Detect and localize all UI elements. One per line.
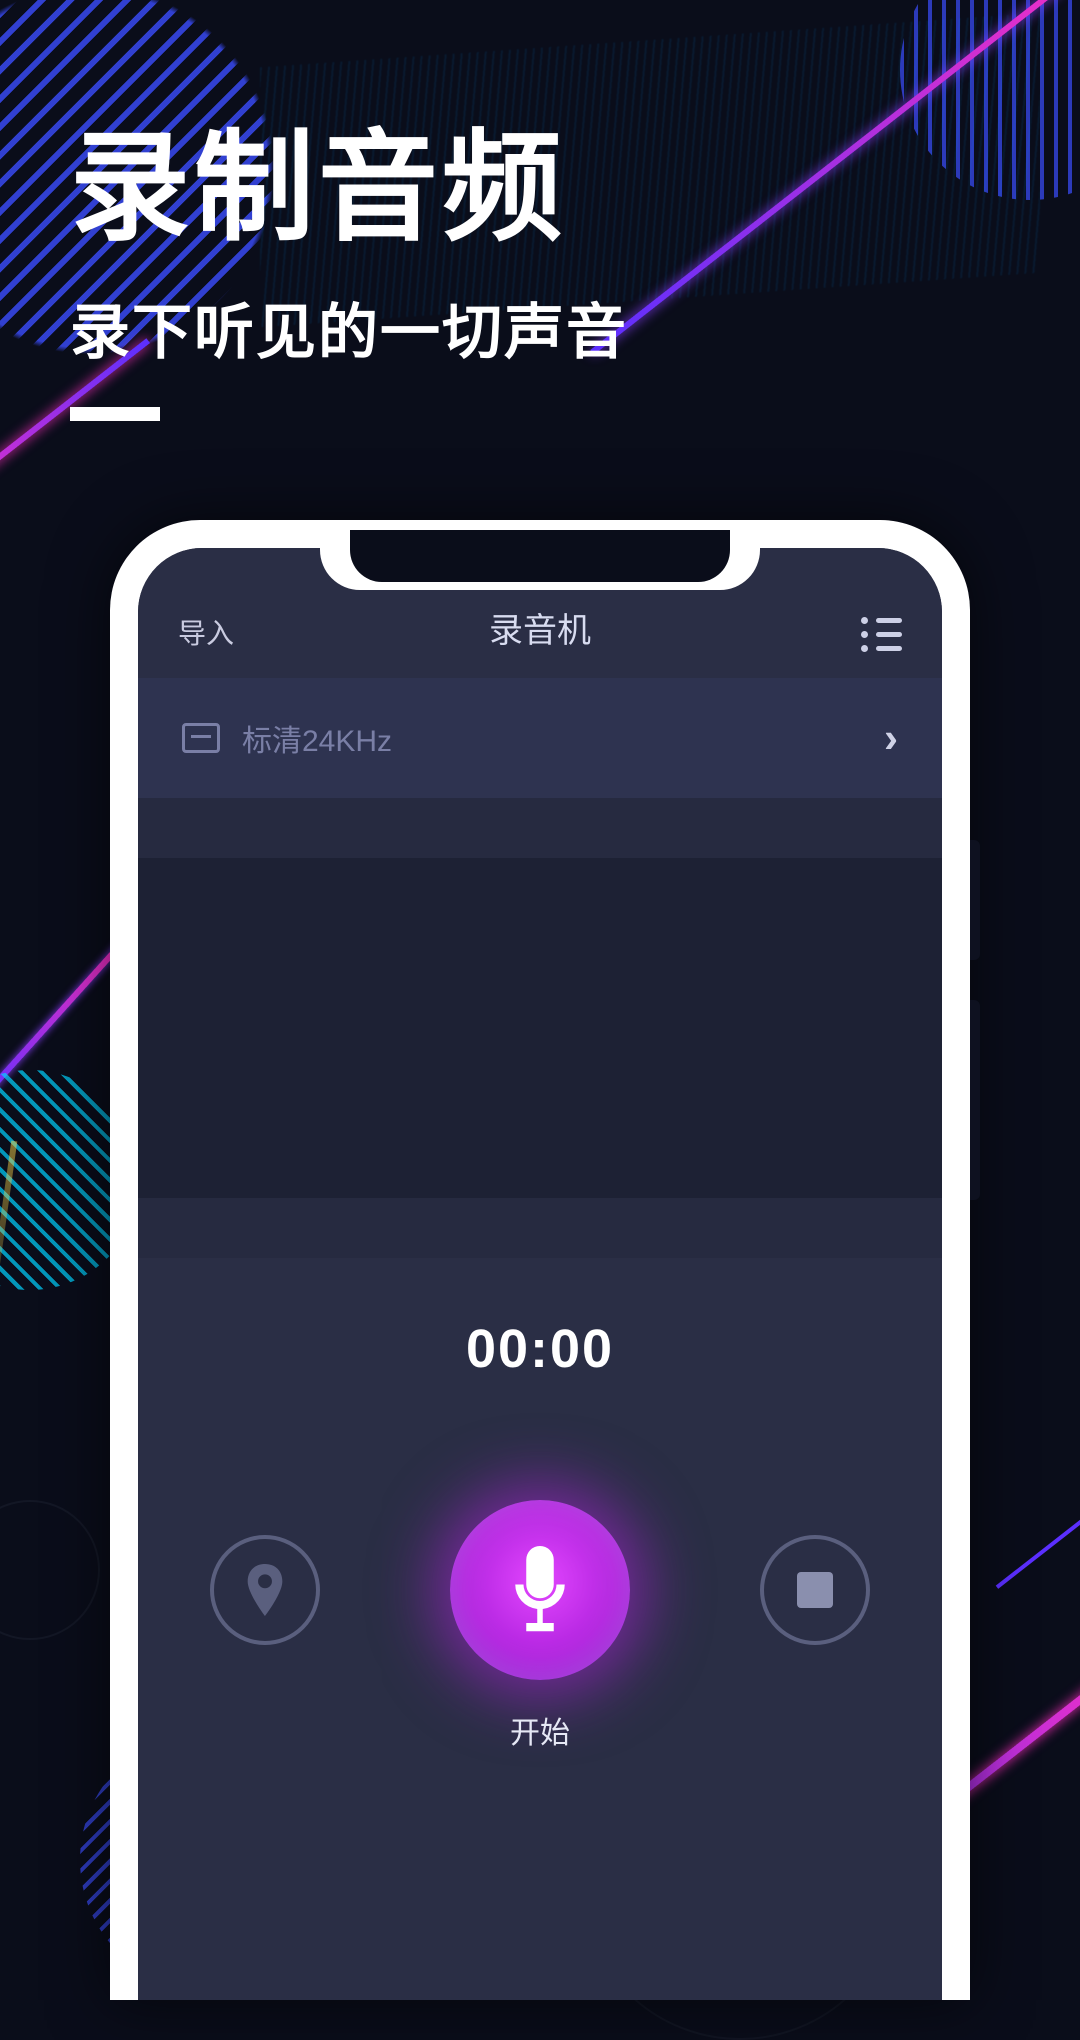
stop-icon bbox=[797, 1572, 833, 1608]
phone-mockup: 导入 录音机 标清24KHz › 00:00 bbox=[110, 520, 970, 2000]
bg-stripes-top-right bbox=[900, 0, 1080, 200]
pin-icon bbox=[244, 1564, 286, 1616]
phone-side-button-icon bbox=[970, 1000, 980, 1200]
waveform-area bbox=[138, 798, 942, 1258]
hero-underline bbox=[70, 407, 160, 421]
quality-label: 标清24KHz bbox=[242, 716, 392, 760]
record-button[interactable] bbox=[450, 1500, 630, 1680]
timer-display: 00:00 bbox=[466, 1318, 614, 1380]
phone-side-button-icon bbox=[970, 840, 980, 960]
hero-title: 录制音频 bbox=[70, 90, 628, 264]
stop-button[interactable] bbox=[760, 1535, 870, 1645]
bg-accent-line bbox=[0, 1141, 17, 1360]
page-title: 录音机 bbox=[489, 603, 591, 652]
bg-neon-line bbox=[996, 1487, 1080, 1589]
bg-arc bbox=[0, 1500, 100, 1640]
record-label: 开始 bbox=[510, 1708, 570, 1752]
microphone-icon bbox=[506, 1546, 574, 1634]
bg-neon-line bbox=[0, 939, 126, 1107]
phone-notch bbox=[320, 520, 760, 590]
app-screen: 导入 录音机 标清24KHz › 00:00 bbox=[138, 548, 942, 2000]
menu-list-icon[interactable] bbox=[861, 617, 902, 652]
hero-headline: 录制音频 录下听见的一切声音 bbox=[70, 90, 628, 421]
recorder-controls: 00:00 开始 bbox=[138, 1258, 942, 2000]
control-button-row bbox=[210, 1500, 870, 1680]
quality-row[interactable]: 标清24KHz › bbox=[138, 678, 942, 798]
quality-icon bbox=[182, 723, 220, 753]
bg-neon-line bbox=[590, 0, 1080, 355]
mark-button[interactable] bbox=[210, 1535, 320, 1645]
import-button[interactable]: 导入 bbox=[178, 612, 234, 652]
chevron-right-icon: › bbox=[884, 714, 898, 762]
hero-subtitle: 录下听见的一切声音 bbox=[70, 284, 628, 371]
